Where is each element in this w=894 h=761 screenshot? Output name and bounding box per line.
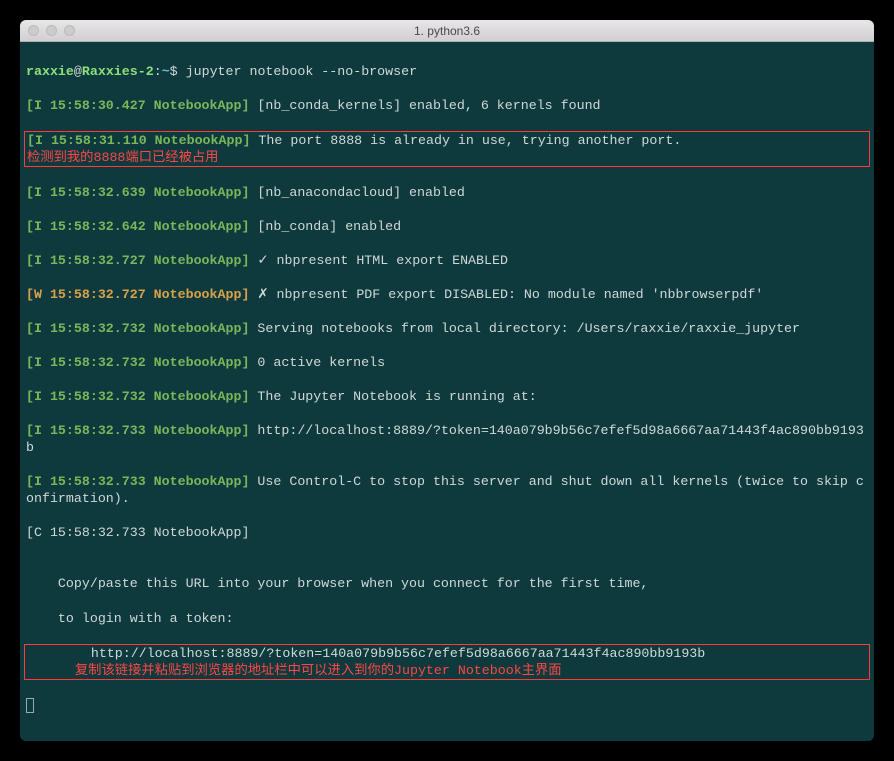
log-line: [I 15:58:32.732 NotebookApp] Serving not…: [26, 320, 868, 337]
prompt-user: raxxie: [26, 64, 74, 79]
log-tag: [I 15:58:32.733 NotebookApp]: [26, 474, 249, 489]
log-line: [W 15:58:32.727 NotebookApp] ✗ nbpresent…: [26, 286, 868, 303]
copy-hint-line: Copy/paste this URL into your browser wh…: [26, 575, 868, 592]
log-tag: [I 15:58:32.732 NotebookApp]: [26, 389, 249, 404]
log-msg: ✗ nbpresent PDF export DISABLED: No modu…: [249, 287, 763, 302]
annotation-text: 复制该链接并粘贴到浏览器的地址栏中可以进入到你的Jupyter Notebook…: [75, 663, 562, 678]
log-msg: [nb_conda] enabled: [249, 219, 401, 234]
log-line: [I 15:58:32.727 NotebookApp] ✓ nbpresent…: [26, 252, 868, 269]
log-msg: [nb_conda_kernels] enabled, 6 kernels fo…: [249, 98, 600, 113]
log-msg: The port 8888 is already in use, trying …: [250, 133, 681, 148]
log-line: [I 15:58:32.732 NotebookApp] 0 active ke…: [26, 354, 868, 371]
log-tag: [I 15:58:32.732 NotebookApp]: [26, 355, 249, 370]
log-tag: [I 15:58:32.639 NotebookApp]: [26, 185, 249, 200]
prompt-path: ~: [162, 64, 170, 79]
traffic-lights: [20, 25, 75, 36]
window-title: 1. python3.6: [20, 24, 874, 38]
close-icon[interactable]: [28, 25, 39, 36]
terminal-window: 1. python3.6 raxxie@Raxxies-2:~$ jupyter…: [20, 20, 874, 741]
jupyter-url: http://localhost:8889/?token=140a079b9b5…: [27, 646, 705, 661]
log-tag: [I 15:58:32.727 NotebookApp]: [26, 253, 249, 268]
titlebar[interactable]: 1. python3.6: [20, 20, 874, 42]
log-msg: 0 active kernels: [249, 355, 385, 370]
log-line: [I 15:58:32.732 NotebookApp] The Jupyter…: [26, 388, 868, 405]
log-line: [I 15:58:32.733 NotebookApp] http://loca…: [26, 422, 868, 456]
log-msg: ✓ nbpresent HTML export ENABLED: [249, 253, 508, 268]
annotation-box-url: http://localhost:8889/?token=140a079b9b5…: [24, 644, 870, 680]
log-line: [C 15:58:32.733 NotebookApp]: [26, 524, 868, 541]
log-msg: The Jupyter Notebook is running at:: [249, 389, 536, 404]
log-tag: [I 15:58:32.733 NotebookApp]: [26, 423, 249, 438]
prompt-at: @: [74, 64, 82, 79]
log-line: [I 15:58:30.427 NotebookApp] [nb_conda_k…: [26, 97, 868, 114]
log-tag: [I 15:58:32.732 NotebookApp]: [26, 321, 249, 336]
prompt-line: raxxie@Raxxies-2:~$ jupyter notebook --n…: [26, 63, 868, 80]
log-line: [I 15:58:32.733 NotebookApp] Use Control…: [26, 473, 868, 507]
cursor-icon: [26, 698, 34, 713]
log-tag-c: [C 15:58:32.733 NotebookApp]: [26, 525, 249, 540]
log-tag: [I 15:58:30.427 NotebookApp]: [26, 98, 249, 113]
log-line: [I 15:58:32.642 NotebookApp] [nb_conda] …: [26, 218, 868, 235]
annotation-box-port: [I 15:58:31.110 NotebookApp] The port 88…: [24, 131, 870, 167]
log-line: [I 15:58:32.639 NotebookApp] [nb_anacond…: [26, 184, 868, 201]
prompt-sign: $: [170, 64, 186, 79]
url-wrap-tail: [27, 663, 75, 678]
log-tag-warn: [W 15:58:32.727 NotebookApp]: [26, 287, 249, 302]
terminal-body[interactable]: raxxie@Raxxies-2:~$ jupyter notebook --n…: [20, 42, 874, 741]
log-tag: [I 15:58:31.110 NotebookApp]: [27, 133, 250, 148]
prompt-host: Raxxies-2: [82, 64, 154, 79]
annotation-text: 检测到我的8888端口已经被占用: [27, 150, 218, 165]
zoom-icon[interactable]: [64, 25, 75, 36]
prompt-sep: :: [154, 64, 162, 79]
log-msg: Serving notebooks from local directory: …: [249, 321, 800, 336]
log-msg: [nb_anacondacloud] enabled: [249, 185, 464, 200]
log-tag: [I 15:58:32.642 NotebookApp]: [26, 219, 249, 234]
copy-hint-line: to login with a token:: [26, 610, 868, 627]
command-text: jupyter notebook --no-browser: [186, 64, 417, 79]
minimize-icon[interactable]: [46, 25, 57, 36]
